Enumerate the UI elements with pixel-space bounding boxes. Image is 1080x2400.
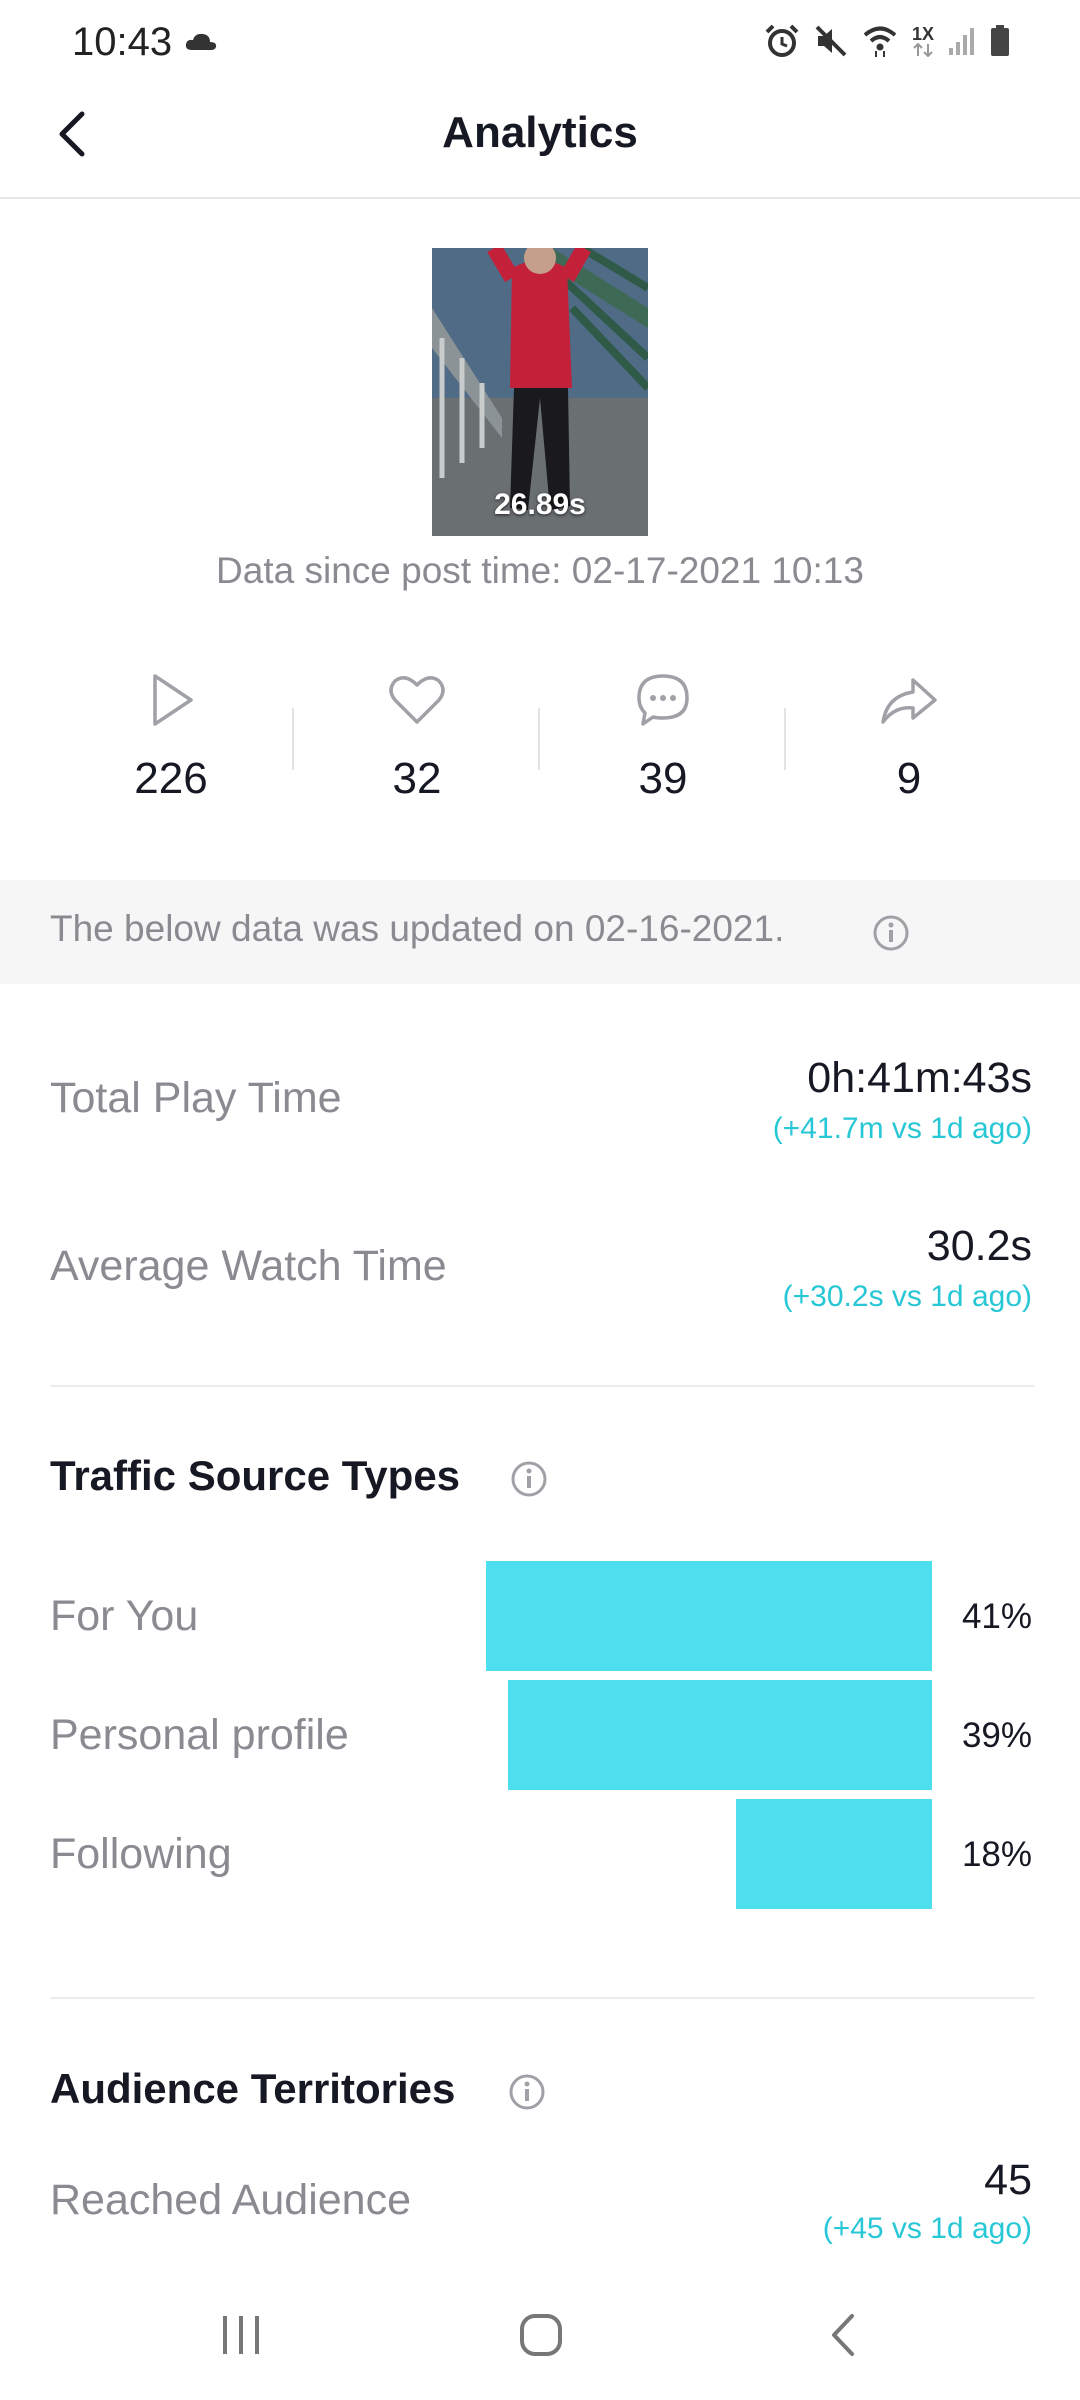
- average-watch-time-delta: (+30.2s vs 1d ago): [782, 1280, 1032, 1313]
- average-watch-time-label: Average Watch Time: [50, 1242, 447, 1290]
- reached-audience-delta: (+45 vs 1d ago): [822, 2212, 1032, 2245]
- cloud-icon: [184, 32, 218, 57]
- traffic-pct-personal-profile: 39%: [961, 1716, 1032, 1755]
- traffic-section-title: Traffic Source Types: [50, 1452, 461, 1499]
- home-icon: [520, 2314, 562, 2356]
- total-play-time-value: 0h:41m:43s: [807, 1054, 1032, 1102]
- video-duration: 26.89s: [494, 488, 586, 521]
- total-play-time-label: Total Play Time: [50, 1074, 342, 1122]
- section-divider: [50, 1385, 1034, 1387]
- info-icon[interactable]: [508, 2073, 546, 2111]
- alarm-icon: [765, 24, 799, 57]
- stat-value: 9: [896, 754, 922, 803]
- section-divider: [50, 1997, 1034, 1999]
- total-play-time-delta: (+41.7m vs 1d ago): [772, 1112, 1032, 1145]
- page-title: Analytics: [442, 108, 638, 157]
- average-watch-time-value: 30.2s: [926, 1222, 1032, 1270]
- info-icon[interactable]: [872, 914, 910, 952]
- stat-comments: 39: [540, 670, 786, 804]
- network-icon: 1X: [912, 25, 934, 57]
- nav-back-button[interactable]: [826, 2312, 862, 2363]
- home-button[interactable]: [518, 2312, 564, 2363]
- update-banner-text: The below data was updated on 02-16-2021…: [50, 908, 785, 949]
- stat-plays: 226: [48, 670, 294, 804]
- stat-likes: 32: [294, 670, 540, 804]
- signal-icon: [949, 28, 974, 55]
- video-thumbnail[interactable]: 26.89s: [432, 248, 648, 536]
- header-divider: [0, 197, 1080, 199]
- traffic-bar-following: [736, 1799, 932, 1909]
- reached-audience-value: 45: [984, 2156, 1032, 2204]
- traffic-pct-for-you: 41%: [961, 1597, 1032, 1636]
- recent-apps-icon: [223, 2316, 259, 2354]
- stat-shares: 9: [786, 670, 1032, 804]
- post-time-text: Data since post time: 02-17-2021 10:13: [216, 550, 864, 591]
- traffic-pct-following: 18%: [961, 1835, 1032, 1874]
- mute-icon: [815, 25, 847, 57]
- heart-icon: [389, 676, 445, 724]
- update-banner: The below data was updated on 02-16-2021…: [0, 880, 1080, 984]
- comment-icon: [637, 674, 689, 726]
- share-icon: [881, 678, 937, 724]
- back-icon: [832, 2314, 854, 2356]
- reached-audience-label: Reached Audience: [50, 2176, 412, 2224]
- recent-apps-button[interactable]: [220, 2312, 262, 2363]
- status-icons: 1X: [764, 24, 1010, 58]
- wifi-icon: [863, 26, 897, 57]
- play-icon: [153, 674, 193, 726]
- traffic-label-personal-profile: Personal profile: [50, 1711, 349, 1759]
- stat-value: 39: [638, 754, 688, 803]
- info-icon[interactable]: [510, 1460, 548, 1498]
- stat-value: 226: [134, 754, 208, 803]
- audience-section-title: Audience Territories: [50, 2065, 456, 2112]
- speed-label: 1X: [911, 24, 934, 44]
- traffic-bar-for-you: [486, 1561, 932, 1671]
- traffic-bar-personal-profile: [508, 1680, 932, 1790]
- traffic-label-for-you: For You: [50, 1592, 199, 1640]
- battery-icon: [991, 25, 1009, 56]
- traffic-label-following: Following: [50, 1830, 232, 1878]
- status-time: 10:43: [72, 20, 173, 64]
- stat-value: 32: [392, 754, 442, 803]
